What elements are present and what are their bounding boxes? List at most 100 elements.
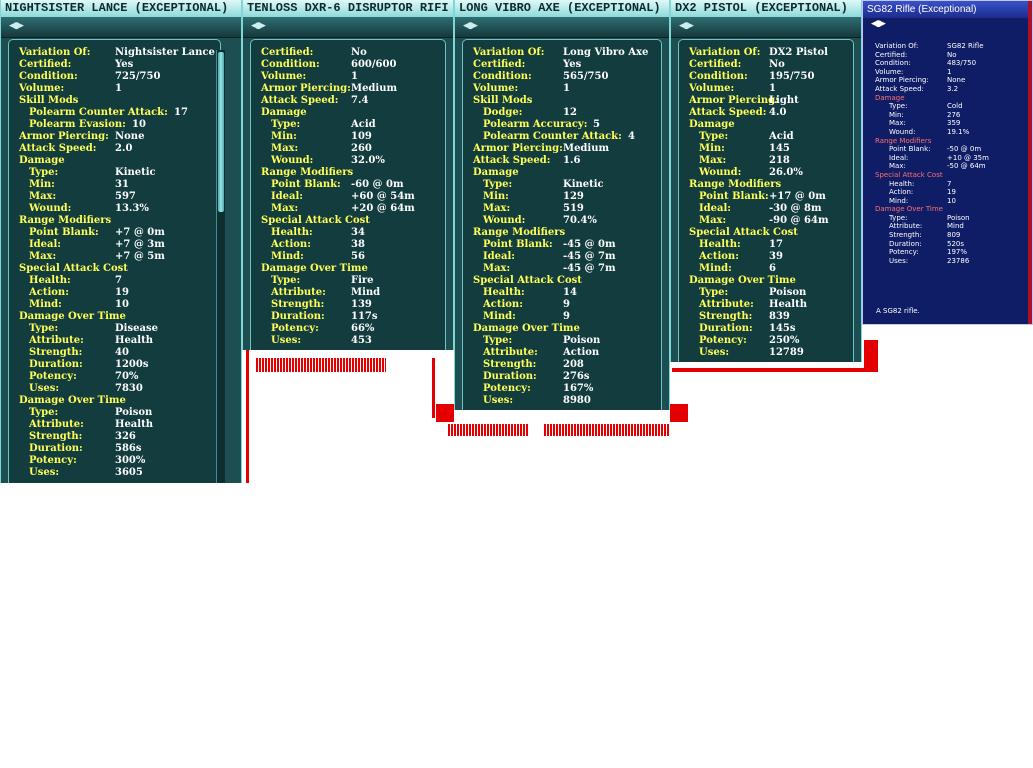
annotation-mark <box>448 424 528 436</box>
attribute-row: Min: 145 <box>689 143 843 155</box>
attribute-row: Ideal: -30 @ 8m <box>689 203 843 215</box>
attribute-label: Duration: <box>29 359 83 370</box>
window-title[interactable]: LONG VIBRO AXE (EXCEPTIONAL) <box>455 0 669 17</box>
section-header: Damage Over Time <box>261 263 435 275</box>
attribute-value: 1 <box>769 83 776 94</box>
attributes-panel: Variation Of: Long Vibro Axe Certified: Yes… <box>462 39 662 410</box>
attribute-value: 129 <box>563 191 584 202</box>
attribute-value: 326 <box>115 431 136 442</box>
attribute-value: 19 <box>115 287 129 298</box>
nav-strip: ◂●▸ <box>243 17 453 38</box>
attribute-row: Condition: 195/750 <box>689 71 843 83</box>
attribute-value: No <box>351 47 367 58</box>
attribute-row: Duration: 586s <box>19 443 210 455</box>
attribute-value: 70.4% <box>563 215 597 226</box>
attribute-label: Wound: <box>889 127 916 136</box>
prev-next-arrows-icon[interactable]: ◂●▸ <box>9 21 24 31</box>
attribute-label: Mind: <box>483 311 516 322</box>
attribute-row: Strength: 139 <box>261 299 435 311</box>
attribute-label: Armor Piercing: <box>473 143 563 154</box>
nav-strip: ◂●▸ <box>671 17 861 38</box>
attribute-row: Point Blank: -50 @ 0m <box>875 145 1022 154</box>
attribute-value: 359 <box>947 119 961 128</box>
window-title[interactable]: NIGHTSISTER LANCE (EXCEPTIONAL) <box>1 0 241 17</box>
scrollbar-thumb[interactable] <box>218 52 224 212</box>
attribute-label: Action: <box>483 299 523 310</box>
attribute-value: 109 <box>351 131 372 142</box>
attribute-row: Health: 34 <box>261 227 435 239</box>
prev-next-arrows-icon[interactable]: ◂●▸ <box>679 21 694 31</box>
attribute-label: Damage Over Time <box>875 205 943 214</box>
annotation-mark <box>670 404 688 422</box>
attribute-row: Wound: 26.0% <box>689 167 843 179</box>
attribute-value: Health <box>115 419 153 430</box>
attribute-label: Range Modifiers <box>689 179 782 190</box>
attribute-row: Max: +7 @ 5m <box>19 251 210 263</box>
attribute-row: Min: 129 <box>473 191 651 203</box>
attribute-value: 9 <box>563 311 570 322</box>
attribute-row: Attribute: Mind <box>261 287 435 299</box>
attribute-value: 218 <box>769 155 790 166</box>
section-header: Special Attack Cost <box>875 171 1022 180</box>
attribute-row: Uses: 12789 <box>689 347 843 359</box>
attribute-label: Duration: <box>889 239 922 248</box>
window-title[interactable]: DX2 PISTOL (EXCEPTIONAL) <box>671 0 861 17</box>
attribute-value: -45 @ 0m <box>563 239 616 250</box>
attribute-label: Health: <box>483 287 525 298</box>
attribute-label: Special Attack Cost <box>473 275 582 286</box>
attribute-label: Point Blank: <box>699 191 769 202</box>
attribute-label: Strength: <box>889 231 922 240</box>
attribute-value: 14 <box>563 287 577 298</box>
prev-next-arrows-icon[interactable]: ◂●▸ <box>251 21 266 31</box>
attribute-row: Potency: 300% <box>19 455 210 467</box>
attribute-label: Max: <box>271 143 299 154</box>
attribute-row: Action: 19 <box>875 188 1022 197</box>
attribute-label: Uses: <box>29 467 60 478</box>
attribute-row: Point Blank: +7 @ 0m <box>19 227 210 239</box>
attribute-label: Type: <box>889 102 908 111</box>
attribute-label: Type: <box>889 213 908 222</box>
attribute-value: 26.0% <box>769 167 803 178</box>
prev-next-arrows-icon[interactable]: ◂●▸ <box>463 21 478 31</box>
section-header: Damage Over Time <box>689 275 843 287</box>
attribute-label: Uses: <box>699 347 730 358</box>
attribute-value: 4 <box>628 131 635 142</box>
attribute-value: Cold <box>947 102 963 111</box>
attribute-label: Health: <box>271 227 313 238</box>
attribute-label: Damage <box>261 107 307 118</box>
scrollbar[interactable] <box>216 50 225 483</box>
attribute-label: Potency: <box>29 455 77 466</box>
window-title[interactable]: TENLOSS DXR-6 DISRUPTOR RIFI <box>243 0 453 17</box>
attribute-value: -45 @ 7m <box>563 251 616 262</box>
attribute-row: Condition: 483/750 <box>875 59 1022 68</box>
attribute-label: Ideal: <box>271 191 304 202</box>
attribute-value: 10 <box>132 119 146 130</box>
attribute-value: 7830 <box>115 383 143 394</box>
attribute-value: Mind <box>351 287 381 298</box>
attribute-row: Point Blank: +17 @ 0m <box>689 191 843 203</box>
attribute-value: 2.0 <box>115 143 133 154</box>
attribute-label: Attack Speed: <box>473 155 551 166</box>
attribute-row: Min: 31 <box>19 179 210 191</box>
attribute-row: Type: Disease <box>19 323 210 335</box>
window-title[interactable]: SG82 Rifle (Exceptional) <box>863 1 1032 18</box>
attribute-row: Duration: 520s <box>875 240 1022 249</box>
attribute-row: Action: 19 <box>19 287 210 299</box>
attribute-value: 597 <box>115 191 136 202</box>
attribute-row: Volume: 1 <box>261 71 435 83</box>
attributes-panel: Certified: No Condition: 600/600 Volume: 1 Arm… <box>250 39 446 350</box>
attribute-label: Health: <box>29 275 71 286</box>
attribute-row: Polearm Accuracy: 5 <box>473 119 651 131</box>
attribute-label: Attribute: <box>889 222 923 231</box>
attribute-label: Potency: <box>29 371 77 382</box>
attribute-row: Max: 260 <box>261 143 435 155</box>
attribute-label: Volume: <box>875 67 904 76</box>
attribute-label: Uses: <box>29 383 60 394</box>
prev-next-arrows-icon[interactable]: ◂●▸ <box>871 19 886 29</box>
attribute-row: Duration: 145s <box>689 323 843 335</box>
attribute-row: Type: Poison <box>689 287 843 299</box>
attribute-value: +60 @ 54m <box>351 191 415 202</box>
attribute-label: Max: <box>29 191 57 202</box>
attribute-row: Attack Speed: 1.6 <box>473 155 651 167</box>
attribute-row: Attack Speed: 4.0 <box>689 107 843 119</box>
